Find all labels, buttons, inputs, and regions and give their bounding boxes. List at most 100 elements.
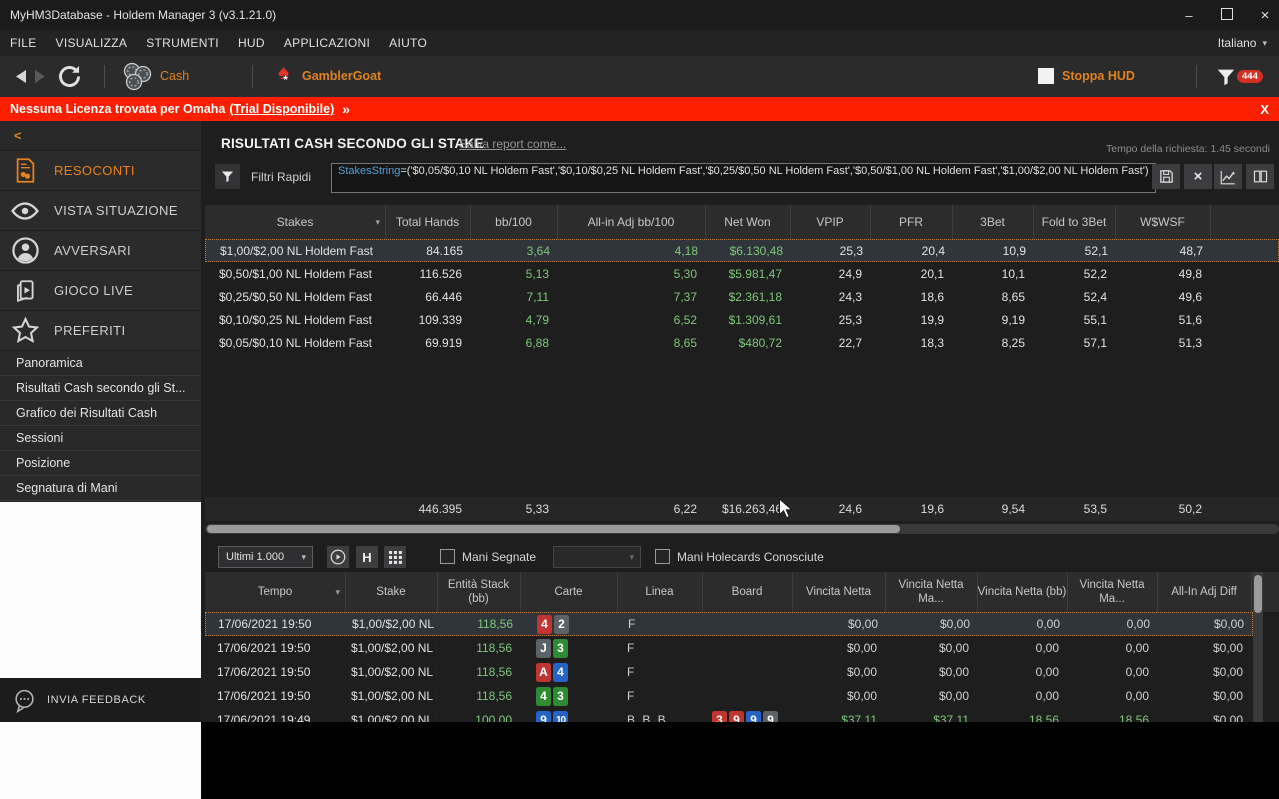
stop-hud-checkbox[interactable] (1038, 68, 1054, 84)
hud-button[interactable]: H (356, 546, 378, 568)
last-hands-select[interactable]: Ultimi 1.000 ▾ (218, 546, 313, 568)
report-link[interactable]: Risultati Cash secondo gli St... (0, 376, 201, 401)
column-header-all-in-adj-diff[interactable]: All-In Adj Diff (1157, 572, 1252, 612)
hand-row[interactable]: 17/06/2021 19:50$1,00/$2,00 NL Holdem Fa… (205, 684, 1253, 708)
column-header-vpip[interactable]: VPIP (790, 205, 871, 239)
banner-text: Nessuna Licenza trovata per Omaha (10, 102, 225, 116)
column-header-tempo[interactable]: Tempo▾ (205, 572, 346, 612)
language-label: Italiano (1218, 36, 1257, 50)
marked-hands-filter-select[interactable]: ▾ (553, 546, 641, 568)
refresh-button[interactable] (56, 63, 83, 93)
column-header-entit-stack-bb-[interactable]: Entità Stack (bb) (437, 572, 521, 612)
cell: 25,3 (790, 308, 870, 331)
totals-cell (205, 497, 385, 521)
cash-tab[interactable]: Cash (160, 69, 189, 83)
sidebar-item-vista-situazione[interactable]: VISTA SITUAZIONE (0, 191, 201, 231)
menu-file[interactable]: FILE (10, 36, 37, 50)
table-row[interactable]: $0,10/$0,25 NL Holdem Fast109.3394,796,5… (205, 308, 1279, 331)
cell: A4 (520, 660, 617, 684)
column-header-vincita-netta-bb-[interactable]: Vincita Netta (bb) (977, 572, 1068, 612)
column-header-net-won[interactable]: Net Won (705, 205, 791, 239)
mouse-cursor (778, 498, 794, 523)
hand-row[interactable]: 17/06/2021 19:50$1,00/$2,00 NL Holdem Fa… (205, 660, 1253, 684)
scrollbar-thumb[interactable] (1254, 575, 1262, 613)
cell: 0,00 (978, 613, 1068, 635)
cell (702, 660, 792, 684)
column-header-stakes[interactable]: Stakes▾ (205, 205, 386, 239)
column-header-w-wsf[interactable]: W$WSF (1115, 205, 1211, 239)
scrollbar-thumb[interactable] (207, 525, 900, 533)
report-link[interactable]: Posizione (0, 451, 201, 476)
cell: 9,19 (952, 308, 1033, 331)
player-tab[interactable]: GamblerGoat (302, 69, 381, 83)
3-club-card: 3 (553, 639, 568, 658)
pokerstars-spade-icon: ♠★ (278, 62, 289, 83)
cell: 5,13 (470, 262, 557, 285)
totals-cell: 53,5 (1033, 497, 1115, 521)
column-header-all-in-adj-bb-100[interactable]: All-in Adj bb/100 (557, 205, 706, 239)
report-link[interactable]: Panoramica (0, 351, 201, 376)
hand-row[interactable]: 17/06/2021 19:50$1,00/$2,00 NL Holdem Fa… (205, 636, 1253, 660)
cell: $1,00/$2,00 NL Holdem Fast (346, 613, 438, 635)
back-button[interactable] (14, 69, 27, 87)
filters-button[interactable] (1215, 66, 1237, 91)
column-header-fold-to-3bet[interactable]: Fold to 3Bet (1033, 205, 1116, 239)
chart-view-button[interactable] (1214, 164, 1242, 189)
cell: $0,00 (792, 684, 885, 708)
filter-expression-input[interactable]: StakesString=('$0,05/$0,10 NL Holdem Fas… (331, 163, 1156, 193)
horizontal-scrollbar[interactable] (205, 524, 1279, 534)
save-filter-button[interactable] (1152, 164, 1180, 189)
column-header-carte[interactable]: Carte (520, 572, 618, 612)
known-holecards-checkbox[interactable] (655, 549, 670, 564)
split-columns-button[interactable] (1246, 164, 1274, 189)
sidebar-item-preferiti[interactable]: PREFERITI (0, 311, 201, 351)
report-link[interactable]: Segnatura di Mani (0, 476, 201, 501)
maximize-button[interactable] (1219, 8, 1235, 23)
vertical-scrollbar[interactable] (1253, 572, 1263, 722)
hand-row[interactable]: 17/06/2021 19:50$1,00/$2,00 NL Holdem Fa… (205, 612, 1253, 636)
sidebar-item-resoconti[interactable]: RESOCONTI (0, 151, 201, 191)
sidebar-item-avversari[interactable]: AVVERSARI (0, 231, 201, 271)
clear-filter-button[interactable]: × (1184, 164, 1212, 189)
forward-icon (34, 69, 47, 84)
column-header-bb-100[interactable]: bb/100 (470, 205, 558, 239)
send-feedback-button[interactable]: INVIA FEEDBACK (0, 678, 201, 722)
hand-row[interactable]: 17/06/2021 19:49$1,00/$2,00 NL Holdem Fa… (205, 708, 1253, 722)
report-link[interactable]: Grafico dei Risultati Cash (0, 401, 201, 426)
report-link[interactable]: Sessioni (0, 426, 201, 451)
table-row[interactable]: $1,00/$2,00 NL Holdem Fast84.1653,644,18… (205, 239, 1279, 262)
grid-view-button[interactable] (384, 546, 406, 568)
sidebar-collapse-button[interactable]: < (0, 121, 201, 151)
column-header-board[interactable]: Board (702, 572, 793, 612)
column-header-pfr[interactable]: PFR (870, 205, 953, 239)
quick-filter-button[interactable] (215, 164, 240, 189)
marked-hands-checkbox[interactable] (440, 549, 455, 564)
save-report-link[interactable]: Salva report come... (459, 137, 566, 151)
forward-button[interactable] (34, 69, 47, 87)
cell: $0,25/$0,50 NL Holdem Fast (205, 285, 385, 308)
sidebar-item-gioco-live[interactable]: GIOCO LIVE (0, 271, 201, 311)
menu-aiuto[interactable]: AIUTO (389, 36, 427, 50)
column-header-linea[interactable]: Linea (617, 572, 703, 612)
column-header-vincita-netta[interactable]: Vincita Netta (792, 572, 886, 612)
column-header-vincita-netta-ma-[interactable]: Vincita Netta Ma... (1067, 572, 1158, 612)
menu-hud[interactable]: HUD (238, 36, 265, 50)
column-header-stake[interactable]: Stake (345, 572, 438, 612)
column-header-3bet[interactable]: 3Bet (952, 205, 1034, 239)
menu-visualizza[interactable]: VISUALIZZA (56, 36, 128, 50)
table-row[interactable]: $0,50/$1,00 NL Holdem Fast116.5265,135,3… (205, 262, 1279, 285)
close-button[interactable]: × (1257, 7, 1273, 24)
minimize-button[interactable]: – (1181, 8, 1197, 23)
table-row[interactable]: $0,05/$0,10 NL Holdem Fast69.9196,888,65… (205, 331, 1279, 354)
column-header-total-hands[interactable]: Total Hands (385, 205, 471, 239)
replay-hand-button[interactable] (327, 546, 349, 568)
table-row[interactable]: $0,25/$0,50 NL Holdem Fast66.4467,117,37… (205, 285, 1279, 308)
cell: 0,00 (1067, 684, 1157, 708)
column-header-vincita-netta-ma-[interactable]: Vincita Netta Ma... (885, 572, 978, 612)
menu-applicazioni[interactable]: APPLICAZIONI (284, 36, 370, 50)
menu-strumenti[interactable]: STRUMENTI (146, 36, 219, 50)
banner-close-button[interactable]: X (1260, 102, 1269, 117)
language-select[interactable]: Italiano ▾ (1218, 30, 1267, 56)
trial-link[interactable]: (Trial Disponibile) (229, 102, 334, 116)
cell: 116.526 (385, 262, 470, 285)
